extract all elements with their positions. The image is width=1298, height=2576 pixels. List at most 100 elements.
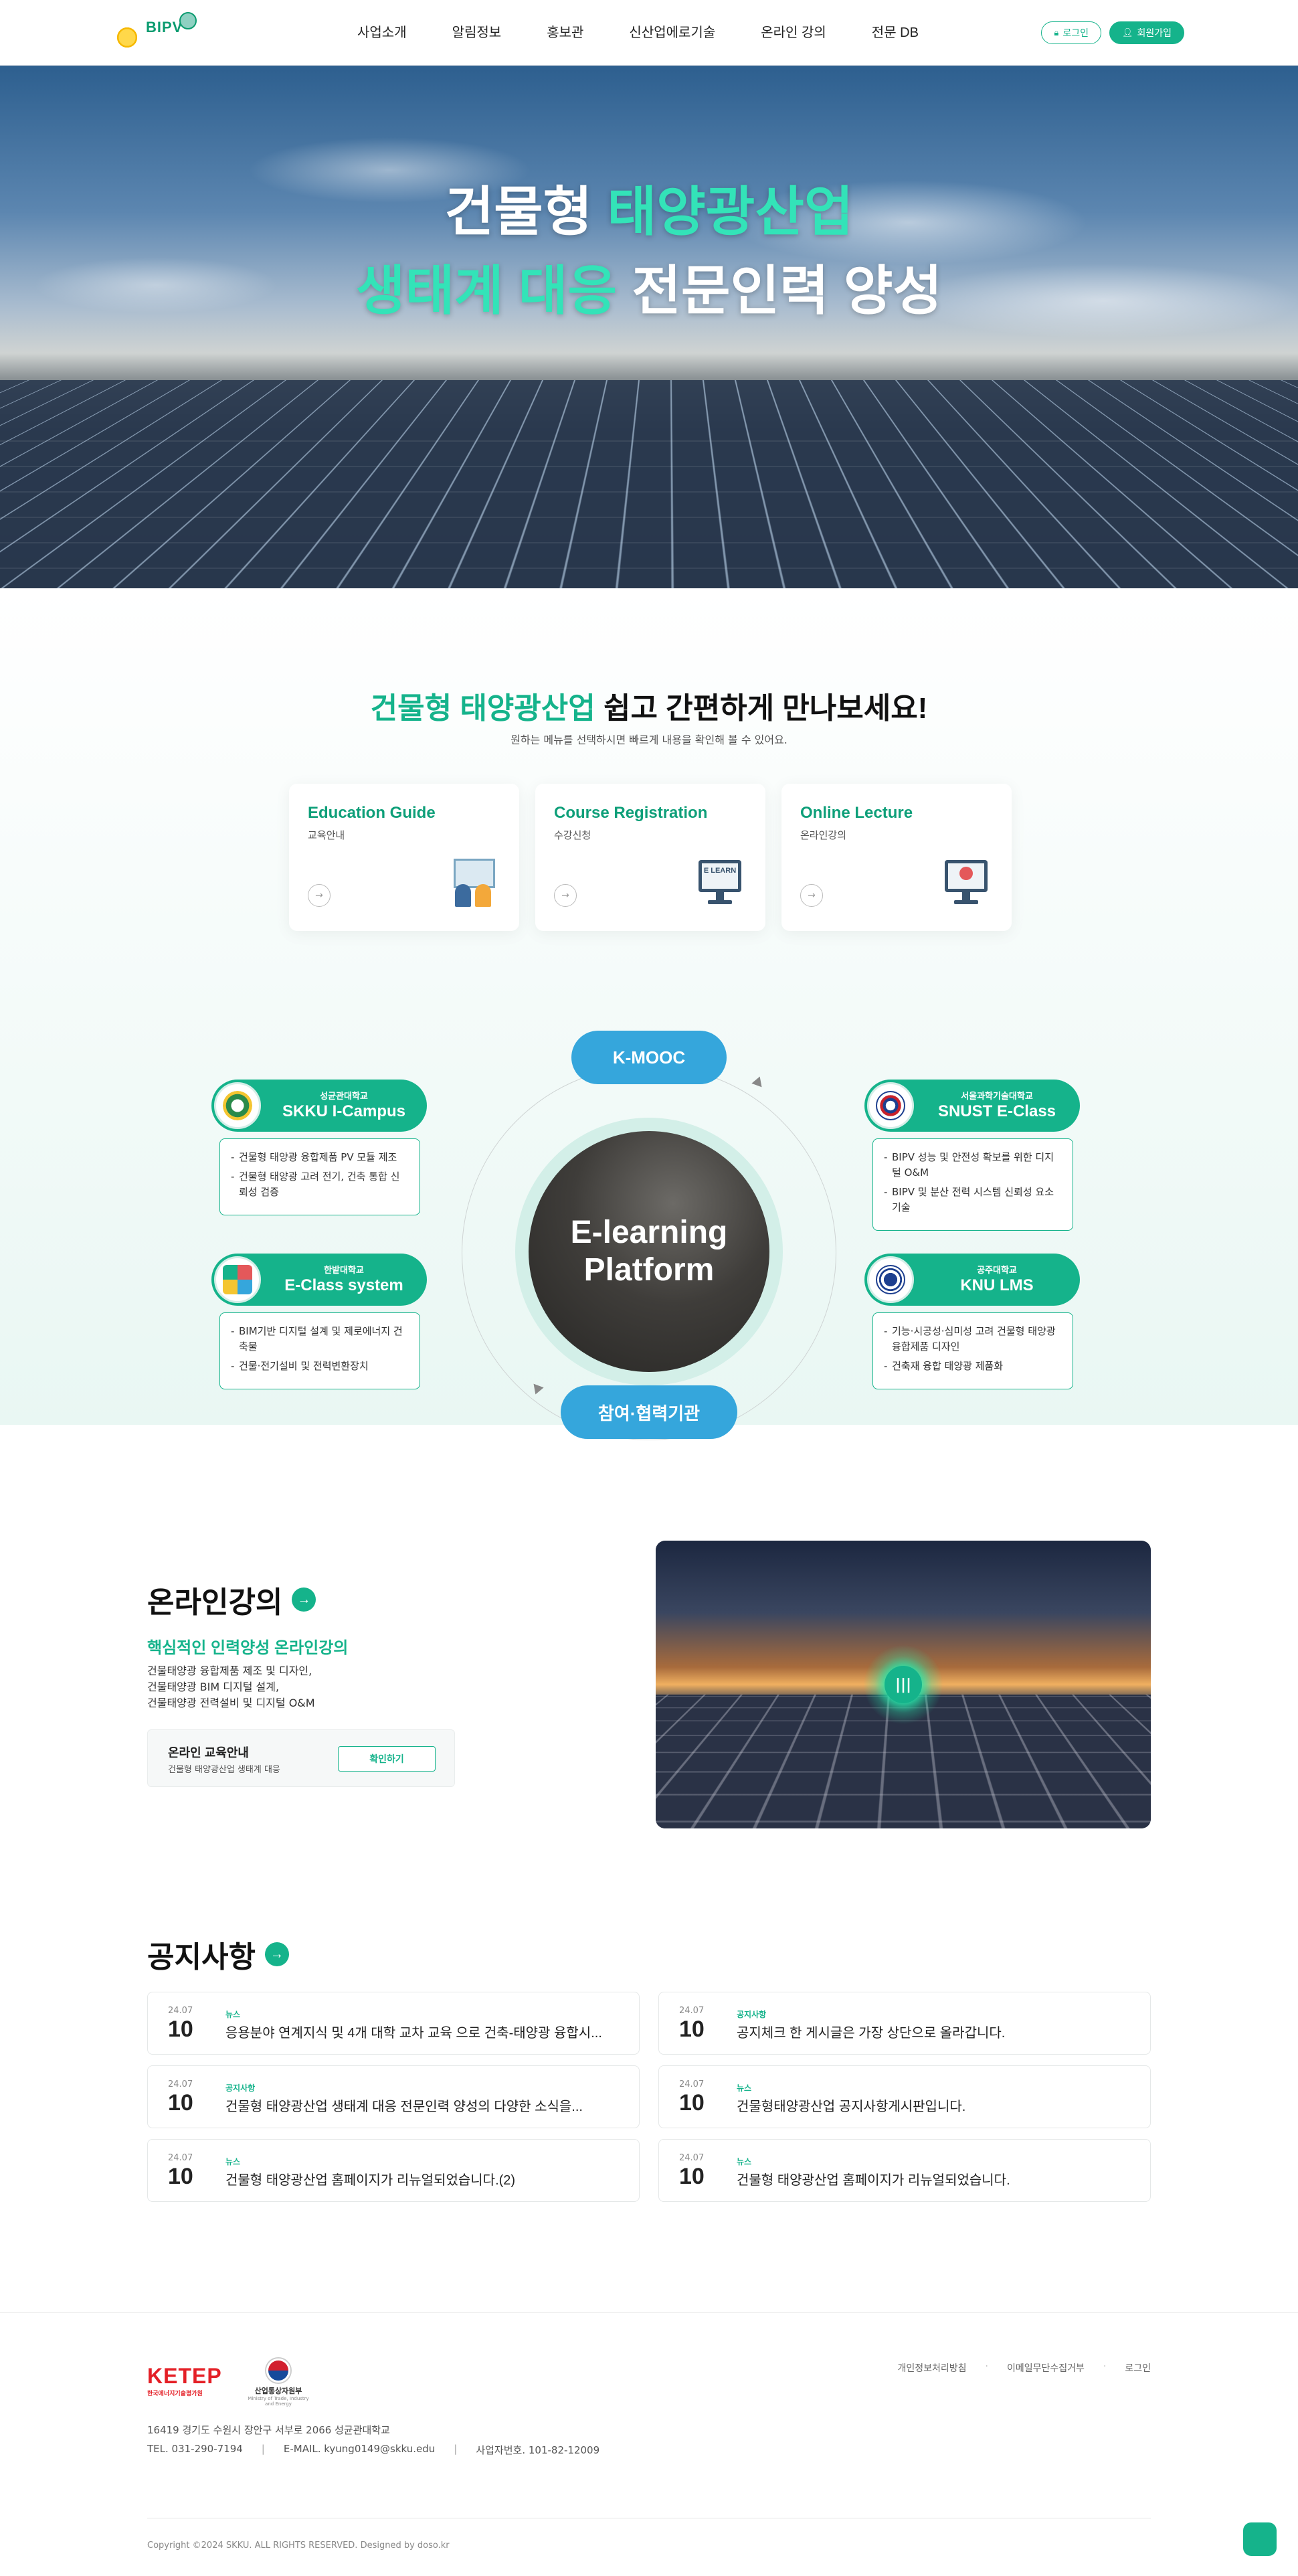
header-buttons: 🔒︎ 로그인 👤︎ 회원가입 <box>1041 21 1184 44</box>
notice-item[interactable]: 24.07 10 뉴스 건물형 태양광산업 홈페이지가 리뉴얼되었습니다.(2) <box>147 2139 640 2202</box>
uni-topics: 기능·시공성·심미성 고려 건물형 태양광 융합제품 디자인 건축재 융합 태양… <box>872 1312 1073 1389</box>
lecture-title-text: 온라인강의 <box>147 1586 283 1619</box>
card-title: Education Guide <box>308 804 436 822</box>
lecture-subtitle: 핵심적인 인력양성 온라인강의 <box>147 1639 349 1657</box>
quick-subtitle: 원하는 메뉴를 선택하시면 빠르게 내용을 확인해 볼 수 있어요. <box>511 734 787 746</box>
hero-line2-white: 전문인력 양성 <box>617 261 943 321</box>
uni-header[interactable]: 공주대학교 KNU LMS <box>864 1254 1080 1306</box>
scroll-top-button[interactable] <box>1243 2522 1277 2556</box>
notice-category: 공지사항 <box>225 2083 256 2093</box>
uni-topic: 기능·시공성·심미성 고려 건물형 태양광 융합제품 디자인 <box>884 1324 1059 1355</box>
lecture-section-title: 온라인강의 → <box>147 1578 316 1621</box>
uni-knu: 공주대학교 KNU LMS 기능·시공성·심미성 고려 건물형 태양광 융합제품… <box>864 1254 1080 1389</box>
card-subtitle: 수강신청 <box>554 829 591 841</box>
uni-header[interactable]: 성균관대학교 SKKU I-Campus <box>211 1080 427 1132</box>
notice-day: 10 <box>679 2016 705 2042</box>
lecture-description: 건물태양광 융합제품 제조 및 디자인, 건물태양광 BIM 디지털 설계, 건… <box>147 1663 315 1711</box>
nav-item-expert-db[interactable]: 전문 DB <box>849 0 941 66</box>
uni-header[interactable]: 한밭대학교 E-Class system <box>211 1254 427 1306</box>
arrow-right-icon[interactable]: → <box>308 884 331 907</box>
knu-emblem-icon <box>867 1256 914 1303</box>
uni-system-name: KNU LMS <box>960 1276 1034 1294</box>
nav-item-online-lecture[interactable]: 온라인 강의 <box>738 0 849 66</box>
uni-system-name: E-Class system <box>284 1276 403 1294</box>
notice-title: 건물형태양광산업 공지사항게시판입니다. <box>737 2099 966 2114</box>
arrow-right-icon[interactable]: → <box>554 884 577 907</box>
ketep-logo: KETEP 한국에너지기술평가원 <box>147 2364 222 2397</box>
lock-icon: 🔒︎ <box>1054 27 1059 37</box>
lecture-video-thumbnail[interactable]: ||| <box>656 1541 1151 1828</box>
notice-item[interactable]: 24.07 10 뉴스 응용분야 연계지식 및 4개 대학 교차 교육 으로 건… <box>147 1992 640 2055</box>
course-registration-card[interactable]: Course Registration 수강신청 → E LEARN <box>535 784 765 931</box>
notice-year-month: 24.07 <box>679 2153 705 2163</box>
taegeuk-icon <box>266 2358 290 2383</box>
audio-wave-icon[interactable]: ||| <box>885 1666 922 1703</box>
nav-item-notice[interactable]: 알림정보 <box>430 0 525 66</box>
skku-emblem-icon <box>214 1082 261 1129</box>
arrow-right-icon[interactable]: → <box>800 884 823 907</box>
notice-year-month: 24.07 <box>168 2153 193 2163</box>
divider: · <box>1103 2361 1107 2372</box>
ketep-wordmark: KETEP <box>147 2364 222 2388</box>
uni-topics: BIM기반 디지털 설계 및 제로에너지 건축물 건물·전기설비 및 전력변환장… <box>219 1312 420 1389</box>
uni-topic: 건축재 융합 태양광 제품화 <box>884 1359 1059 1374</box>
nav-item-pr[interactable]: 홍보관 <box>524 0 606 66</box>
nav-item-tech[interactable]: 신산업에로기술 <box>606 0 738 66</box>
ketep-subtitle: 한국에너지기술평가원 <box>147 2391 203 2397</box>
elearning-diagram: E-learning Platform K-MOOC 참여·협력기관 성균관대학… <box>211 1031 1087 1446</box>
footer-address: 16419 경기도 수원시 장안구 서부로 2066 성균관대학교 <box>147 2424 390 2436</box>
notice-title: 건물형 태양광산업 홈페이지가 리뉴얼되었습니다. <box>737 2173 1010 2188</box>
hero-title-line2: 생태계 대응 전문인력 양성 <box>0 252 1298 331</box>
footer-contact: TEL. 031-290-7194 | E-MAIL. kyung0149@sk… <box>147 2443 599 2457</box>
uni-small-name: 한밭대학교 <box>324 1265 364 1275</box>
online-lecture-card[interactable]: Online Lecture 온라인강의 → <box>781 784 1012 931</box>
divider: · <box>985 2361 988 2372</box>
arrow-right-icon[interactable]: → <box>292 1587 316 1612</box>
uni-small-name: 성균관대학교 <box>320 1091 368 1101</box>
arrow-right-icon[interactable]: → <box>264 1942 289 1966</box>
notice-category: 공지사항 <box>737 2010 767 2019</box>
uni-topics: 건물형 태양광 융합제품 PV 모듈 제조 건물형 태양광 고려 전기, 건축 … <box>219 1138 420 1215</box>
kmooc-tag[interactable]: K-MOOC <box>571 1031 727 1084</box>
uni-topics: BIPV 성능 및 안전성 확보를 위한 디지털 O&M BIPV 및 분산 전… <box>872 1138 1073 1231</box>
uni-header[interactable]: 서울과학기술대학교 SNUST E-Class <box>864 1080 1080 1132</box>
partners-tag[interactable]: 참여·협력기관 <box>561 1385 737 1439</box>
uni-system-name: SNUST E-Class <box>937 1102 1056 1120</box>
quick-title-green: 건물형 태양광산업 <box>370 692 595 725</box>
quick-title-rest: 쉽고 간편하게 만나보세요! <box>595 692 928 725</box>
elearning-platform-core: E-learning Platform <box>529 1131 769 1372</box>
footer-login-link[interactable]: 로그인 <box>1125 2361 1151 2375</box>
signup-button[interactable]: 👤︎ 회원가입 <box>1109 21 1184 44</box>
site-header: BIPV 사업소개 알림정보 홍보관 신산업에로기술 온라인 강의 전문 DB … <box>0 0 1298 66</box>
confirm-button[interactable]: 확인하기 <box>338 1746 436 1772</box>
notice-title: 응용분야 연계지식 및 4개 대학 교차 교육 으로 건축-태양광 융합시... <box>225 2026 602 2041</box>
divider: | <box>454 2443 458 2455</box>
cycle-arrow-icon <box>751 1076 766 1091</box>
notice-category: 뉴스 <box>225 2157 241 2166</box>
motie-logo: 산업통상자원부 Ministry of Trade, Industry and … <box>245 2358 312 2407</box>
email-refusal-link[interactable]: 이메일무단수집거부 <box>1007 2361 1085 2375</box>
user-icon: 👤︎ <box>1121 27 1133 37</box>
education-guide-card[interactable]: Education Guide 교육안내 → <box>289 784 519 931</box>
login-button[interactable]: 🔒︎ 로그인 <box>1041 21 1101 44</box>
snust-emblem-icon <box>867 1082 914 1129</box>
hanbat-emblem-icon <box>214 1256 261 1303</box>
uni-topic: 건물형 태양광 융합제품 PV 모듈 제조 <box>231 1150 406 1165</box>
mascot-icon <box>179 12 197 29</box>
bipv-logo[interactable]: BIPV <box>110 12 203 55</box>
notice-item[interactable]: 24.07 10 공지사항 공지체크 한 게시글은 가장 상단으로 올라갑니다. <box>658 1992 1151 2055</box>
notice-item[interactable]: 24.07 10 뉴스 건물형태양광산업 공지사항게시판입니다. <box>658 2065 1151 2128</box>
lecture-desc-line: 건물태양광 전력설비 및 디지털 O&M <box>147 1697 315 1709</box>
monitor-text: E LEARN <box>703 867 737 875</box>
guide-box-title: 온라인 교육안내 <box>168 1746 249 1759</box>
hero-line1-highlight: 태양광산업 <box>607 182 854 242</box>
divider: | <box>261 2443 265 2455</box>
notice-item[interactable]: 24.07 10 공지사항 건물형 태양광산업 생태계 대응 전문인력 양성의 … <box>147 2065 640 2128</box>
elearn-monitor-icon: E LEARN <box>694 857 745 908</box>
privacy-policy-link[interactable]: 개인정보처리방침 <box>897 2361 966 2375</box>
nav-item-about[interactable]: 사업소개 <box>335 0 430 66</box>
footer-links: 개인정보처리방침 · 이메일무단수집거부 · 로그인 <box>897 2361 1151 2375</box>
uni-topic: 건물·전기설비 및 전력변환장치 <box>231 1359 406 1374</box>
notice-item[interactable]: 24.07 10 뉴스 건물형 태양광산업 홈페이지가 리뉴얼되었습니다. <box>658 2139 1151 2202</box>
footer-business-number: 사업자번호. 101-82-12009 <box>476 2444 600 2456</box>
